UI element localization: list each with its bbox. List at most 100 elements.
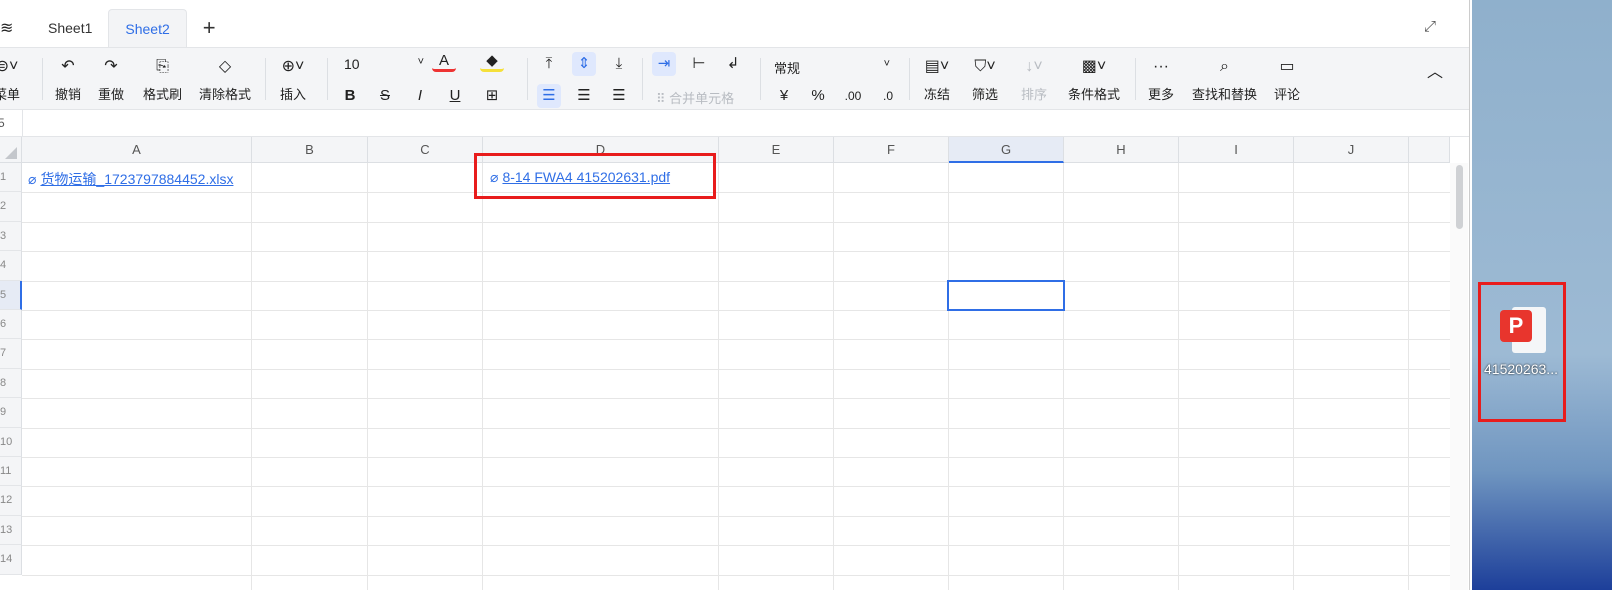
search-icon: ⌕ [1220,58,1229,75]
row-gridline [22,251,1450,253]
clear-format-button[interactable]: ◇ 清除格式 [199,56,251,103]
conditional-format-button[interactable]: ▩˅ 条件格式 [1068,56,1120,103]
eraser-icon: ◇ [218,58,232,75]
toolbar: ⊜˅ 菜单 ↶ 撤销 ↷ 重做 ⎘ 格式刷 ◇ 清除格式 ⊕˅ 插入 10 ˅ A ◆ B S… [0,48,1469,110]
menu-icon: ⊜˅ [0,58,19,75]
percent-button[interactable]: % [806,84,830,108]
row-header-10[interactable]: 10 [0,427,22,457]
underline-button[interactable]: U [443,84,467,108]
highlight-box-d1 [474,153,716,199]
clip-button[interactable]: ⊢ [687,52,711,76]
increase-decimal-button[interactable]: .00 [841,84,865,108]
column-header-E[interactable]: E [719,137,834,163]
column-header-C[interactable]: C [368,137,483,163]
filter-button[interactable]: ⛉˅ 筛选 [972,56,998,103]
column-header-I[interactable]: I [1179,137,1294,163]
sort-button[interactable]: ↓˅ 排序 [1021,56,1047,103]
insert-button[interactable]: ⊕˅ 插入 [280,56,306,103]
column-header-F[interactable]: F [834,137,949,163]
column-header-J[interactable]: J [1294,137,1409,163]
row-gridline [22,515,1450,517]
cell-grid[interactable]: A B C D E F G H I J 1 2 3 4 5 6 7 8 9 10 11 12 13 14 ⌀ 货物运输_1723… [0,137,1450,590]
row-header-6[interactable]: 6 [0,310,22,340]
column-gridline [1408,163,1409,590]
column-header-G[interactable]: G [949,137,1064,163]
cell-reference: 5 [0,116,5,130]
font-size-select[interactable]: 10 ˅ [344,56,424,72]
comment-button[interactable]: ▭ 评论 [1274,56,1300,103]
chevron-down-icon: ˅ [883,58,890,70]
row-header-7[interactable]: 7 [0,339,22,369]
column-header-H[interactable]: H [1064,137,1179,163]
row-header-5[interactable]: 5 [0,280,22,310]
row-header-9[interactable]: 9 [0,398,22,428]
wrap-button[interactable]: ↲ [721,52,745,76]
row-gridline [22,192,1450,194]
scrollbar-thumb[interactable] [1456,165,1463,229]
row-header-4[interactable]: 4 [0,251,22,281]
select-all-corner[interactable] [0,137,22,163]
cell-a1-file-link[interactable]: ⌀ 货物运输_1723797884452.xlsx [28,169,233,189]
row-header-8[interactable]: 8 [0,368,22,399]
more-icon: ··· [1153,58,1169,75]
row-header-2[interactable]: 2 [0,192,22,222]
find-replace-button[interactable]: ⌕ 查找和替换 [1192,56,1257,103]
highlight-box-desktop [1478,282,1566,422]
selected-cell-g5[interactable] [947,279,1065,311]
italic-button[interactable]: I [408,84,432,108]
more-button[interactable]: ··· 更多 [1148,56,1174,103]
row-header-14[interactable]: 14 [0,545,22,575]
column-gridline [718,163,719,590]
row-gridline [22,368,1450,370]
row-gridline [22,457,1450,458]
undo-icon: ↶ [61,58,75,75]
merge-cells-button[interactable]: ⠿ 合并单元格 [656,88,734,107]
align-middle-button[interactable]: ⇕ [572,52,596,76]
row-header-1[interactable]: 1 [0,163,22,193]
column-header-A[interactable]: A [22,137,252,163]
align-center-button[interactable]: ☰ [572,84,596,108]
align-bottom-button[interactable]: ⤓ [607,52,631,76]
layers-icon[interactable]: ≋ [0,18,13,38]
strikethrough-button[interactable]: S [373,84,397,108]
expand-icon[interactable]: ⤢ [1424,18,1436,35]
collapse-toolbar-icon[interactable]: ︿ [1427,58,1443,82]
font-color-button[interactable]: A [432,52,456,72]
conditional-format-icon: ▩˅ [1081,58,1107,75]
fill-color-button[interactable]: ◆ [480,52,504,72]
tab-sheet2[interactable]: Sheet2 [108,9,187,47]
number-format-select[interactable]: 常规 ˅ [774,58,890,77]
row-header-11[interactable]: 11 [0,457,22,487]
row-header-13[interactable]: 13 [0,515,22,546]
add-sheet-button[interactable]: + [187,9,232,47]
row-header-3[interactable]: 3 [0,221,22,252]
menu-button[interactable]: ⊜˅ 菜单 [0,56,20,103]
chevron-down-icon: ˅ [417,56,424,68]
border-button[interactable]: ⊞ [480,84,504,108]
align-right-button[interactable]: ☰ [607,84,631,108]
redo-button[interactable]: ↷ 重做 [98,56,124,103]
decrease-decimal-button[interactable]: .0 [876,84,900,108]
row-header-12[interactable]: 12 [0,486,22,516]
formula-bar[interactable]: 5 [0,110,1469,137]
freeze-icon: ▤˅ [924,58,950,75]
align-top-button[interactable]: ⤒ [537,52,561,76]
freeze-button[interactable]: ▤˅ 冻结 [924,56,950,103]
tab-sheet1[interactable]: Sheet1 [32,9,108,47]
spreadsheet-window: ≋ Sheet1 Sheet2 + ⤢ ⊜˅ 菜单 ↶ 撤销 ↷ 重做 ⎘ 格式刷 ◇ 清… [0,0,1470,590]
row-gridline [22,310,1450,311]
row-gridline [22,574,1450,576]
column-header-B[interactable]: B [252,137,368,163]
currency-button[interactable]: ¥ [772,84,796,108]
align-left-button[interactable]: ☰ [537,84,561,108]
column-gridline [1293,163,1294,590]
undo-button[interactable]: ↶ 撤销 [55,56,81,103]
comment-icon: ▭ [1279,58,1295,75]
redo-icon: ↷ [104,58,118,75]
format-painter-button[interactable]: ⎘ 格式刷 [143,56,182,103]
plus-circle-icon: ⊕˅ [281,58,305,75]
vertical-scrollbar[interactable] [1450,163,1468,590]
overflow-button[interactable]: ⇥ [652,52,676,76]
row-gridline [22,221,1450,223]
bold-button[interactable]: B [338,84,362,108]
